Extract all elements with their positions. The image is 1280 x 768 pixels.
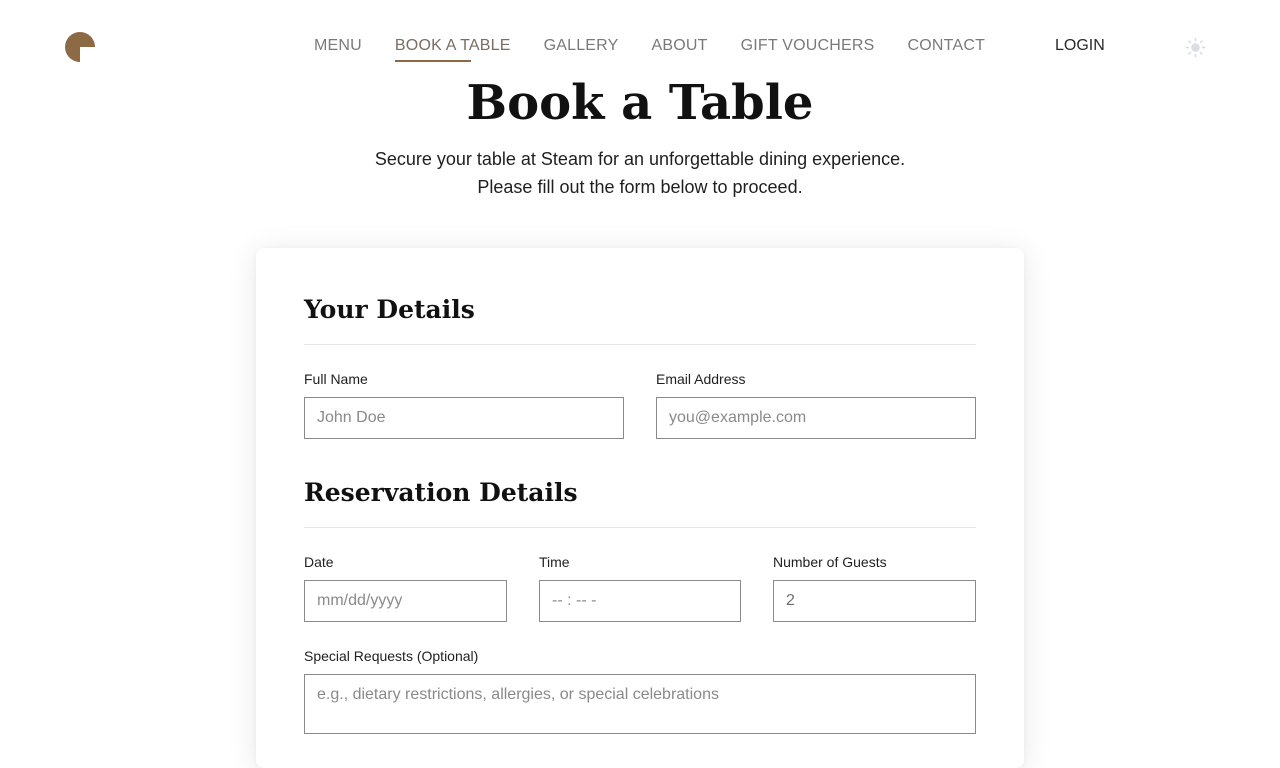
email-input[interactable] bbox=[656, 397, 976, 439]
date-label: Date bbox=[304, 554, 334, 570]
sun-icon[interactable] bbox=[1185, 37, 1206, 58]
main-nav: MENU BOOK A TABLE GALLERY ABOUT GIFT VOU… bbox=[314, 36, 985, 64]
email-label: Email Address bbox=[656, 371, 746, 387]
special-requests-label: Special Requests (Optional) bbox=[304, 648, 479, 664]
nav-item-gift-vouchers[interactable]: GIFT VOUCHERS bbox=[741, 36, 875, 64]
special-requests-input[interactable] bbox=[304, 674, 976, 734]
logo-icon[interactable] bbox=[65, 32, 95, 62]
date-input[interactable] bbox=[304, 580, 507, 622]
nav-item-menu[interactable]: MENU bbox=[314, 36, 362, 64]
nav-item-book-a-table[interactable]: BOOK A TABLE bbox=[394, 36, 511, 64]
reservation-details-heading: Reservation Details bbox=[304, 478, 578, 507]
time-label: Time bbox=[539, 554, 570, 570]
guests-label: Number of Guests bbox=[773, 554, 887, 570]
nav-item-about[interactable]: ABOUT bbox=[652, 36, 708, 64]
page-subtitle-line-2: Please fill out the form below to procee… bbox=[477, 177, 803, 197]
booking-form-card: Your Details Full Name Email Address Res… bbox=[256, 248, 1024, 768]
nav-item-gallery[interactable]: GALLERY bbox=[544, 36, 619, 64]
full-name-label: Full Name bbox=[304, 371, 368, 387]
full-name-input[interactable] bbox=[304, 397, 624, 439]
login-link[interactable]: LOGIN bbox=[1055, 36, 1105, 56]
page-subtitle-line-1: Secure your table at Steam for an unforg… bbox=[374, 149, 906, 169]
page-subtitle: Secure your table at Steam for an unforg… bbox=[0, 145, 1280, 201]
your-details-heading: Your Details bbox=[304, 295, 475, 324]
guests-input[interactable] bbox=[773, 580, 976, 622]
section-divider bbox=[304, 527, 976, 528]
section-divider bbox=[304, 344, 976, 345]
nav-item-contact[interactable]: CONTACT bbox=[908, 36, 986, 64]
time-input[interactable] bbox=[539, 580, 741, 622]
page-title: Book a Table bbox=[466, 75, 814, 131]
